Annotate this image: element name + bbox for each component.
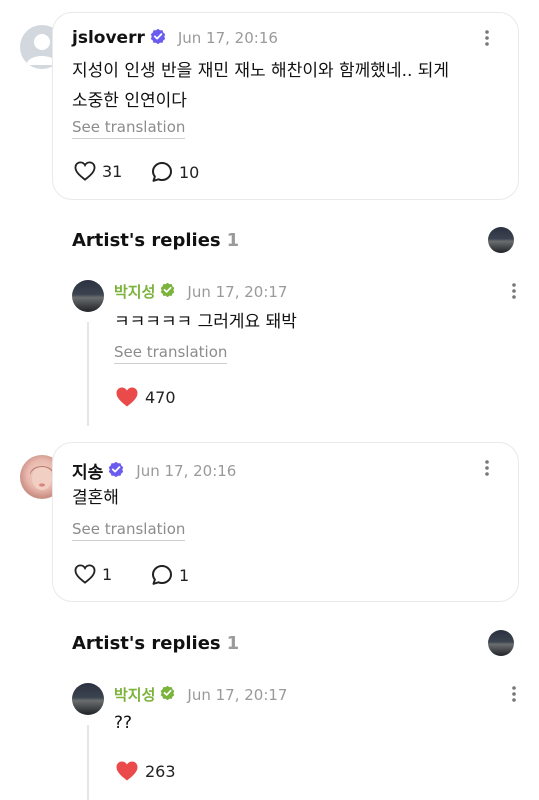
like-button[interactable]: 1 xyxy=(74,564,112,584)
like-button[interactable]: 31 xyxy=(74,161,122,181)
timestamp: Jun 17, 20:17 xyxy=(187,685,288,704)
artist-avatar[interactable] xyxy=(488,227,514,253)
like-count: 470 xyxy=(145,387,176,407)
thread-line xyxy=(87,725,89,800)
username[interactable]: jsloverr xyxy=(72,28,145,48)
like-button[interactable]: 263 xyxy=(115,760,176,782)
artist-name[interactable]: 박지성 xyxy=(114,281,155,302)
see-translation-link[interactable]: See translation xyxy=(114,343,228,364)
artist-reply-text: ㅋㅋㅋㅋㅋ 그러게요 돼박 xyxy=(114,312,297,332)
verified-badge-icon xyxy=(150,28,166,48)
thread-line xyxy=(87,322,89,426)
comment-header: jsloverr Jun 17, 20:16 xyxy=(72,28,278,48)
timestamp: Jun 17, 20:17 xyxy=(187,282,288,301)
verified-badge-icon xyxy=(160,685,175,704)
see-translation-link[interactable]: See translation xyxy=(72,118,186,139)
comment-text-line: 지성이 인생 반을 재민 재노 해찬이와 함께했네.. 되게 xyxy=(72,61,450,81)
artist-replies-label: Artist's replies xyxy=(72,230,221,251)
verified-badge-icon xyxy=(160,282,175,301)
like-button[interactable]: 470 xyxy=(115,386,176,408)
heart-icon xyxy=(74,161,96,181)
reply-button[interactable]: 10 xyxy=(151,161,199,183)
artist-replies-count: 1 xyxy=(226,230,240,251)
artist-reply-text: ?? xyxy=(114,713,133,733)
artist-reply-header: 박지성 Jun 17, 20:17 xyxy=(114,281,287,302)
more-options-icon[interactable] xyxy=(505,685,523,703)
verified-badge-icon xyxy=(108,461,124,481)
heart-filled-icon xyxy=(116,761,138,781)
comment-text-line: 소중한 인연이다 xyxy=(72,91,187,111)
artist-name[interactable]: 박지성 xyxy=(114,684,155,705)
reply-count: 1 xyxy=(179,565,190,585)
artist-reply-header: 박지성 Jun 17, 20:17 xyxy=(114,684,287,705)
timestamp: Jun 17, 20:16 xyxy=(177,29,278,47)
like-count: 1 xyxy=(102,564,113,584)
artist-reply-avatar[interactable] xyxy=(72,280,104,312)
artist-replies-label: Artist's replies xyxy=(72,633,221,654)
comment-text: 결혼해 xyxy=(72,488,119,508)
see-translation-link[interactable]: See translation xyxy=(72,520,186,541)
artist-avatar[interactable] xyxy=(488,630,514,656)
comment-text: 지성이 인생 반을 재민 재노 해찬이와 함께했네.. 되게 소중한 인연이다 xyxy=(72,56,449,116)
heart-filled-icon xyxy=(116,387,138,407)
more-options-icon[interactable] xyxy=(505,282,523,300)
comment-bubble-icon xyxy=(152,162,172,182)
like-count: 263 xyxy=(145,761,176,781)
comment-bubble-icon xyxy=(152,565,172,585)
reply-button[interactable]: 1 xyxy=(151,564,189,586)
timestamp: Jun 17, 20:16 xyxy=(136,461,237,480)
reply-count: 10 xyxy=(179,162,200,182)
artist-reply-avatar[interactable] xyxy=(72,683,104,715)
artist-replies-title: Artist's replies 1 xyxy=(72,230,239,251)
more-options-icon[interactable] xyxy=(478,459,496,477)
artist-replies-title: Artist's replies 1 xyxy=(72,633,239,654)
comment-header: 지송 Jun 17, 20:16 xyxy=(72,458,236,483)
artist-replies-count: 1 xyxy=(226,633,240,654)
more-options-icon[interactable] xyxy=(478,29,496,47)
like-count: 31 xyxy=(102,161,123,181)
username[interactable]: 지송 xyxy=(72,458,103,483)
heart-icon xyxy=(74,564,96,584)
